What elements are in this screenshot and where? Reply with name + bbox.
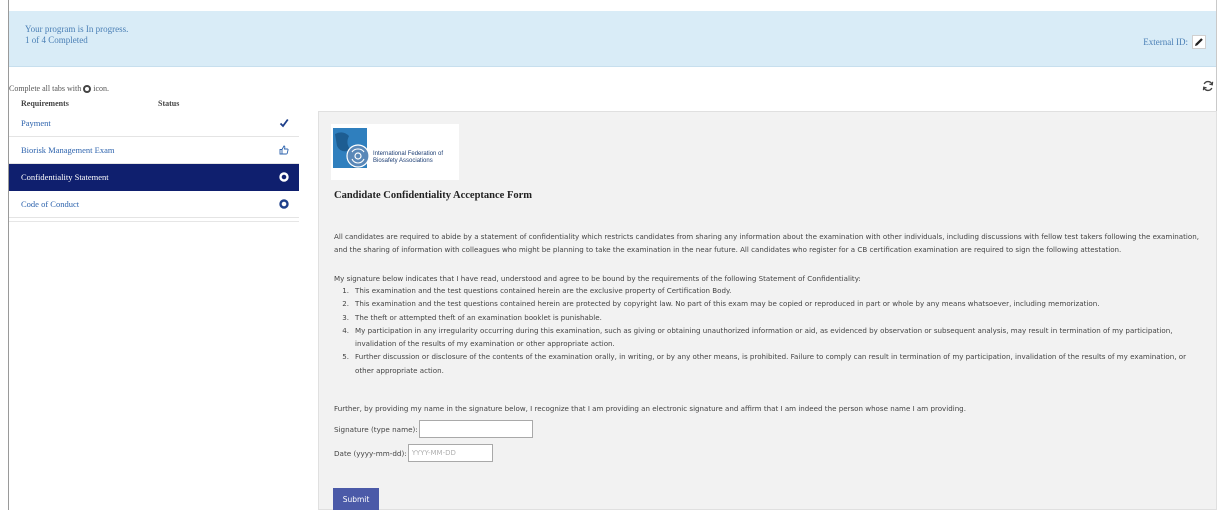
list-item-text: The theft or attempted theft of an exami… <box>355 312 602 322</box>
progress-banner: Your program is In progress. 1 of 4 Comp… <box>9 11 1216 67</box>
pencil-icon <box>1195 38 1203 46</box>
list-item: 4. My participation in any irregularity o… <box>337 324 1207 351</box>
date-input[interactable] <box>407 444 493 462</box>
date-label: Date (yyyy-mm-dd): <box>334 448 407 458</box>
status-line: Your program is In progress. <box>25 24 129 34</box>
sidebar-item-label: Code of Conduct <box>21 199 80 209</box>
signature-input[interactable] <box>418 420 533 438</box>
list-item: 1. This examination and the test question… <box>337 284 1207 297</box>
electronic-signature-notice: Further, by providing my name in the sig… <box>334 404 966 413</box>
list-item-text: My participation in any irregularity occ… <box>355 325 1173 349</box>
logo-text-line1: International Federation of <box>373 151 443 157</box>
edit-external-id-button[interactable] <box>1192 35 1206 49</box>
list-item: 2. This examination and the test question… <box>337 297 1207 310</box>
submit-button[interactable]: Submit <box>333 488 379 510</box>
ifba-logo: International Federation of Biosafety As… <box>331 124 459 180</box>
sidebar-divider <box>9 221 299 222</box>
sidebar-header: Requirements Status <box>9 99 299 110</box>
hint-prefix: Complete all tabs with <box>9 84 82 93</box>
list-item-text: This examination and the test questions … <box>355 286 732 295</box>
intro-paragraph: All candidates are required to abide by … <box>334 232 1199 255</box>
requirements-sidebar: Requirements Status Payment Biorisk Mana… <box>9 99 299 222</box>
thumbs-up-icon <box>279 145 289 155</box>
confidentiality-terms-list: 1. This examination and the test question… <box>337 284 1207 377</box>
logo-text-line2: Biosafety Associations <box>373 158 433 164</box>
circle-icon <box>279 172 289 182</box>
form-title: Candidate Confidentiality Acceptance For… <box>334 190 533 201</box>
sidebar-item-label: Biorisk Management Exam <box>21 145 115 155</box>
list-item: 3. The theft or attempted theft of an exa… <box>337 311 1207 324</box>
signature-label: Signature (type name): <box>334 424 418 434</box>
external-id-label: External ID: <box>1143 37 1188 47</box>
list-item-text: This examination and the test questions … <box>355 299 1100 309</box>
checkmark-icon <box>279 118 289 128</box>
date-row: Date (yyyy-mm-dd): <box>334 444 493 462</box>
sidebar-item-label: Confidentiality Statement <box>21 172 109 182</box>
confidentiality-form-panel: International Federation of Biosafety As… <box>318 111 1217 510</box>
page-border-left <box>8 0 9 510</box>
refresh-icon[interactable] <box>1202 80 1214 92</box>
completion-hint: Complete all tabs with icon. <box>9 84 109 93</box>
circle-icon <box>83 84 92 93</box>
sidebar-item-code-of-conduct[interactable]: Code of Conduct <box>9 191 299 218</box>
sidebar-item-label: Payment <box>21 118 51 128</box>
requirements-column-header: Requirements <box>21 99 69 108</box>
sidebar-item-confidentiality[interactable]: Confidentiality Statement <box>9 164 299 191</box>
hint-suffix: icon. <box>93 84 109 93</box>
status-column-header: Status <box>158 99 180 108</box>
program-status: Your program is In progress. 1 of 4 Comp… <box>25 24 128 46</box>
sidebar-item-biorisk-exam[interactable]: Biorisk Management Exam <box>9 137 299 164</box>
external-id: External ID: <box>1143 35 1206 49</box>
signature-row: Signature (type name): <box>334 420 533 438</box>
sidebar-item-payment[interactable]: Payment <box>9 110 299 137</box>
progress-count: 1 of 4 Completed <box>25 35 88 45</box>
list-item-text: Further discussion or disclosure of the … <box>355 352 1186 375</box>
list-item: 5. Further discussion or disclosure of th… <box>337 350 1207 377</box>
circle-icon <box>279 199 289 209</box>
